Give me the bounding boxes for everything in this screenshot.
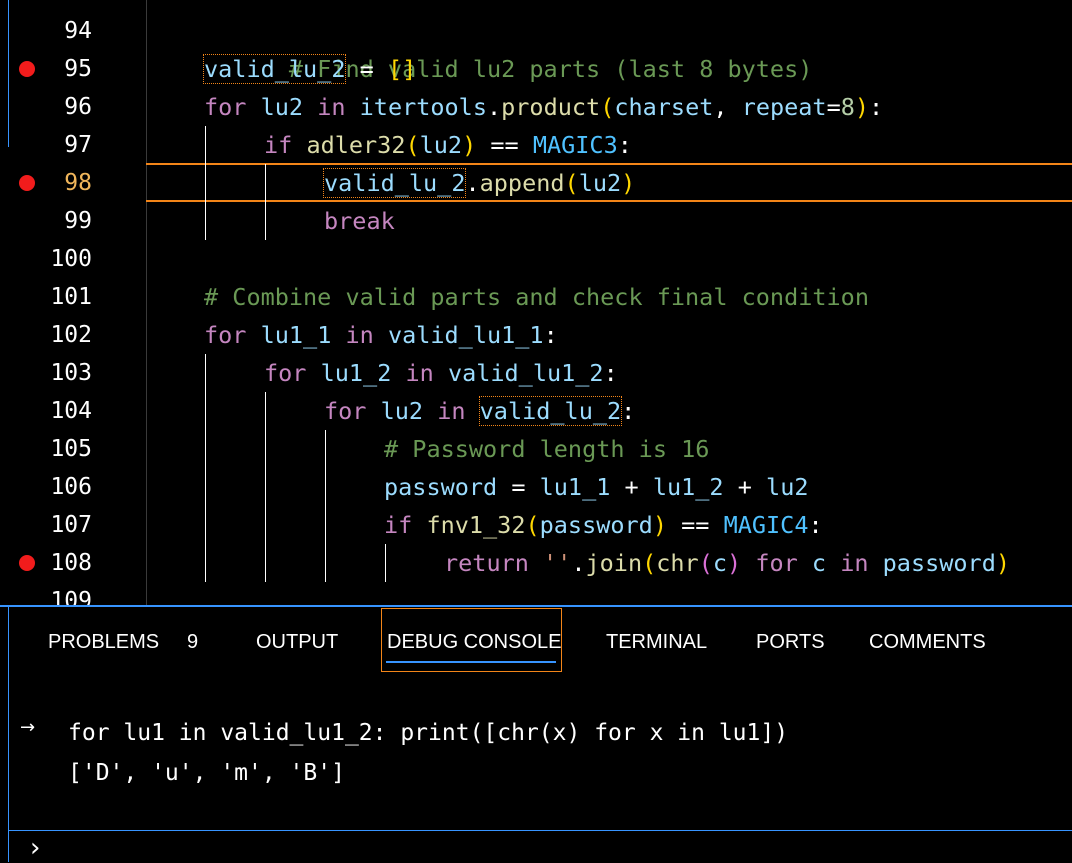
line-number: 99 bbox=[64, 208, 92, 234]
code-line[interactable]: 99 break bbox=[0, 202, 1072, 240]
symbol-highlight: valid_lu_2 bbox=[322, 168, 467, 198]
problems-count-badge: 9 bbox=[187, 631, 199, 653]
code-editor[interactable]: 94 # Find valid lu2 parts (last 8 bytes)… bbox=[0, 0, 1072, 605]
code-line[interactable]: 102 for lu1_1 in valid_lu1_1: bbox=[0, 316, 1072, 354]
tab-output[interactable]: OUTPUT bbox=[256, 627, 338, 657]
panel-left-border bbox=[8, 607, 9, 862]
symbol-highlight: valid_lu_2 bbox=[478, 396, 623, 426]
code-line[interactable]: 100 bbox=[0, 240, 1072, 278]
line-number: 104 bbox=[50, 398, 92, 424]
line-number: 105 bbox=[50, 436, 92, 462]
active-tab-indicator bbox=[386, 661, 556, 663]
line-number: 102 bbox=[50, 322, 92, 348]
code-line[interactable]: 106 password = lu1_1 + lu1_2 + lu2 bbox=[0, 468, 1072, 506]
console-input-echo: for lu1 in valid_lu1_2: print([chr(x) fo… bbox=[68, 720, 789, 746]
code-line[interactable]: 104 for lu2 in valid_lu_2: bbox=[0, 392, 1072, 430]
echo-arrow-icon: → bbox=[20, 717, 36, 738]
tab-ports[interactable]: PORTS bbox=[756, 627, 825, 657]
code-line[interactable]: 95 valid_lu_2 = [] bbox=[0, 50, 1072, 88]
console-input-separator bbox=[8, 830, 1072, 831]
code-line[interactable]: 103 for lu1_2 in valid_lu1_2: bbox=[0, 354, 1072, 392]
indent-guide bbox=[325, 430, 326, 582]
line-number: 103 bbox=[50, 360, 92, 386]
indent-guide bbox=[205, 126, 206, 240]
code-line[interactable]: 94 # Find valid lu2 parts (last 8 bytes) bbox=[0, 12, 1072, 83]
code-line[interactable]: 108 return ''.join(chr(c) for c in passw… bbox=[0, 544, 1072, 582]
panel-border bbox=[0, 605, 1072, 607]
line-number: 108 bbox=[50, 550, 92, 576]
tab-comments[interactable]: COMMENTS bbox=[869, 627, 986, 657]
line-number: 94 bbox=[64, 18, 92, 44]
code-line[interactable]: 109 bbox=[0, 582, 1072, 605]
indent-guide bbox=[205, 354, 206, 582]
symbol-highlight: valid_lu_2 bbox=[202, 54, 347, 84]
indent-guide bbox=[265, 392, 266, 582]
line-number: 95 bbox=[64, 56, 92, 82]
tab-debug-console[interactable]: DEBUG CONSOLE bbox=[387, 627, 561, 657]
console-prompt-icon[interactable]: › bbox=[30, 833, 40, 863]
code-comment: # Combine valid parts and check final co… bbox=[204, 283, 869, 311]
code-line[interactable]: 97 if adler32(lu2) == MAGIC3: bbox=[0, 126, 1072, 164]
code-line[interactable]: 101 # Combine valid parts and check fina… bbox=[0, 278, 1072, 316]
line-number: 98 bbox=[64, 170, 92, 196]
line-number: 97 bbox=[64, 132, 92, 158]
code-line[interactable]: 96 for lu2 in itertools.product(charset,… bbox=[0, 88, 1072, 126]
code-line-current[interactable]: 98 valid_lu_2.append(lu2) bbox=[0, 164, 1072, 202]
indent-guide bbox=[385, 544, 386, 582]
console-output: ['D', 'u', 'm', 'B'] bbox=[68, 760, 345, 786]
code-comment: # Password length is 16 bbox=[384, 435, 710, 463]
tab-terminal[interactable]: TERMINAL bbox=[606, 627, 707, 657]
line-number: 106 bbox=[50, 474, 92, 500]
tab-problems[interactable]: PROBLEMS bbox=[48, 627, 159, 657]
line-number: 101 bbox=[50, 284, 92, 310]
line-number: 96 bbox=[64, 94, 92, 120]
line-number: 109 bbox=[50, 588, 92, 605]
indent-guide bbox=[265, 164, 266, 240]
code-line[interactable]: 107 if fnv1_32(password) == MAGIC4: bbox=[0, 506, 1072, 544]
line-number: 107 bbox=[50, 512, 92, 538]
line-number: 100 bbox=[50, 246, 92, 272]
bottom-panel: PROBLEMS 9 OUTPUT DEBUG CONSOLE TERMINAL… bbox=[0, 605, 1072, 863]
code-line[interactable]: 105 # Password length is 16 bbox=[0, 430, 1072, 468]
